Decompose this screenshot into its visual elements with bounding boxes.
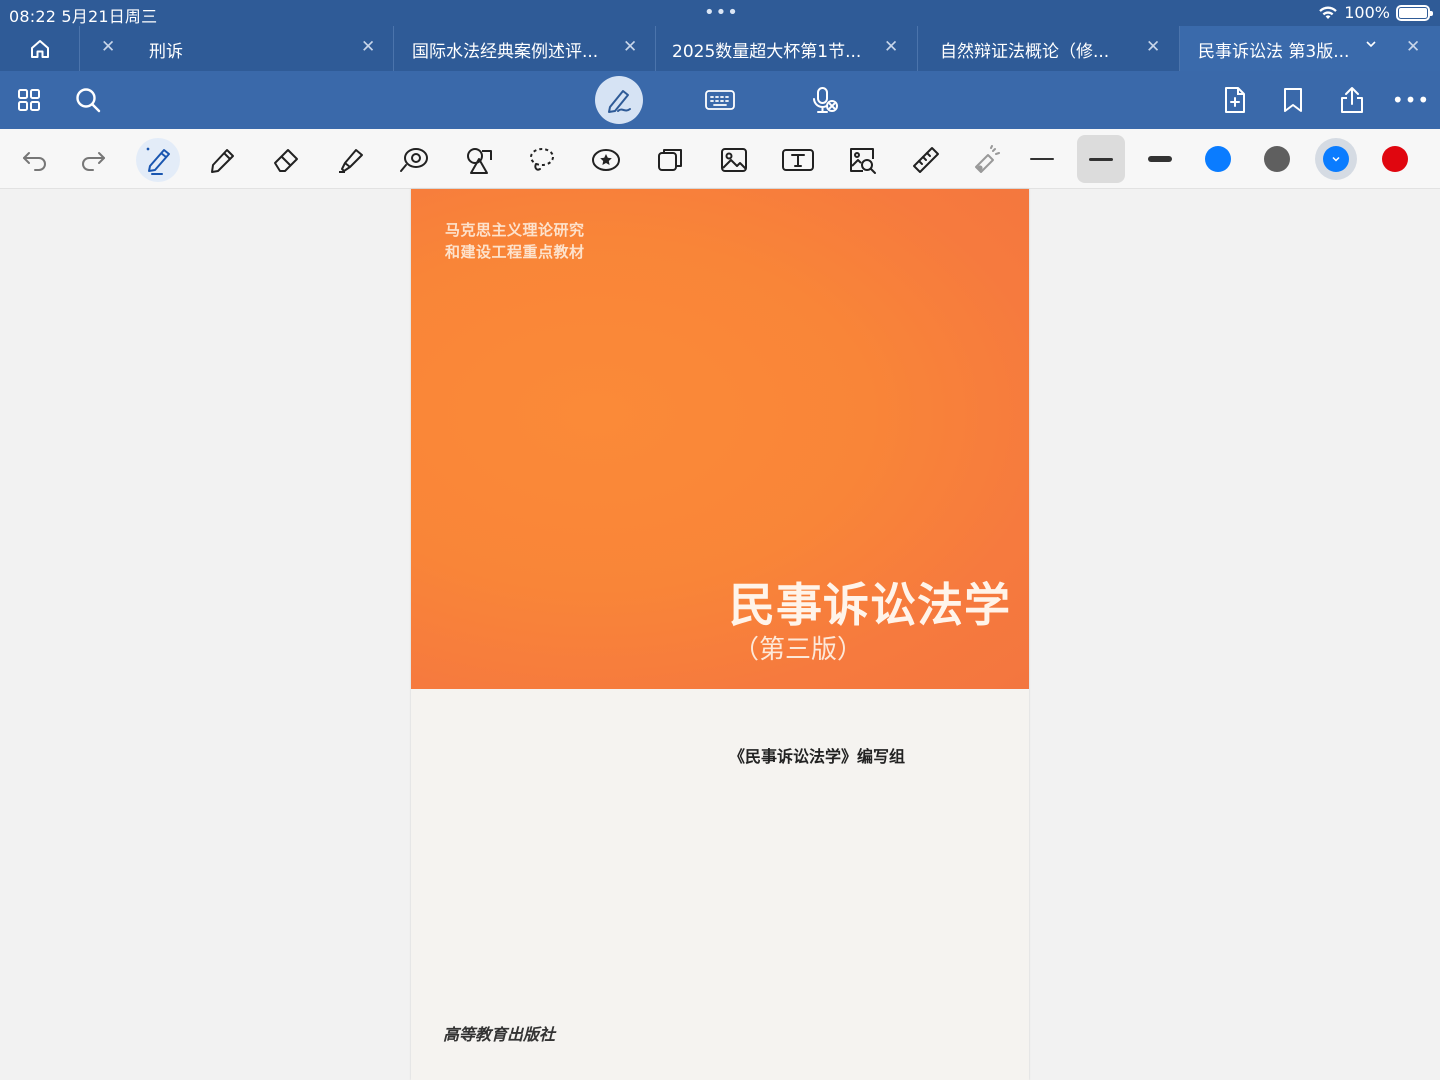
close-icon[interactable]: ✕ [623,37,637,57]
close-icon[interactable]: ✕ [361,37,375,57]
cover-series-line-2: 和建设工程重点教材 [445,243,585,261]
battery-percent: 100% [1344,3,1390,22]
tab-1[interactable]: ✕ 刑诉 ✕ [81,26,394,71]
keyboard-icon[interactable] [704,84,736,116]
highlighter-icon [339,149,363,173]
tab-3[interactable]: 2025数量超大杯第1节... ✕ [656,26,918,71]
undo-icon[interactable] [13,138,57,182]
text-tool[interactable] [776,138,820,182]
add-page-icon[interactable] [1219,84,1251,116]
shapes-icon [467,148,492,174]
sticker-tool[interactable] [584,138,628,182]
color-swatch-red[interactable] [1382,146,1408,172]
close-icon[interactable]: ✕ [884,37,898,57]
close-icon[interactable]: ✕ [101,37,115,57]
cover-series: 马克思主义理论研究 和建设工程重点教材 [445,219,585,263]
tab-bar: ✕ 刑诉 ✕ 国际水法经典案例述评... ✕ 2025数量超大杯第1节... ✕… [0,26,1440,71]
lasso-tool[interactable] [520,138,564,182]
pencil-icon [211,149,234,173]
microphone-icon[interactable] [808,84,840,116]
grid-icon[interactable] [13,84,45,116]
tab-5-active[interactable]: 民事诉讼法 第3版... ✕ [1180,26,1440,71]
lasso-search-tool[interactable] [392,138,436,182]
cover-series-line-1: 马克思主义理论研究 [445,221,585,239]
close-icon[interactable]: ✕ [1406,37,1420,57]
pen-mode-button[interactable] [595,76,643,124]
ruler-tool[interactable] [904,138,948,182]
tools-row [0,129,1440,189]
status-time-date: 08:22 5月21日周三 [9,7,158,26]
main-toolbar: ••• [0,71,1440,129]
tab-label: 刑诉 [149,42,183,62]
tab-label: 自然辩证法概论（修... [940,42,1110,62]
stroke-width-thin[interactable] [1018,135,1066,183]
image-search-icon [850,148,876,174]
tab-label: 国际水法经典案例述评... [412,42,599,62]
bookmark-icon[interactable] [1277,84,1309,116]
elements-icon [658,149,682,171]
search-icon[interactable] [72,84,104,116]
status-bar: 08:22 5月21日周三 ••• 100% [0,0,1440,26]
eraser-icon [274,149,298,172]
tab-2[interactable]: 国际水法经典案例述评... ✕ [394,26,656,71]
multitasking-dots-icon[interactable]: ••• [704,2,739,23]
ruler-icon [913,147,939,173]
highlighter-tool[interactable] [328,138,372,182]
lasso-search-icon [400,148,428,172]
book-authors: 《民事诉讼法学》编写组 [729,747,906,766]
chevron-down-icon[interactable] [1365,38,1377,54]
laser-pointer-tool[interactable] [964,138,1008,182]
pencil-tool[interactable] [200,138,244,182]
tab-label: 2025数量超大杯第1节... [672,42,862,62]
shapes-tool[interactable] [456,138,500,182]
book-publisher: 高等教育出版社 [443,1025,556,1044]
lasso-icon [530,148,554,171]
more-icon[interactable]: ••• [1392,84,1429,116]
tab-4[interactable]: 自然辩证法概论（修... ✕ [918,26,1180,71]
book-cover-band: 马克思主义理论研究 和建设工程重点教材 民事诉讼法学 （第三版） [411,189,1029,689]
laser-pointer-icon [975,145,1000,173]
ballpoint-pen-icon [146,147,170,175]
wifi-icon [1319,6,1338,19]
color-swatch-gray[interactable] [1264,146,1290,172]
document-page[interactable]: 马克思主义理论研究 和建设工程重点教材 民事诉讼法学 （第三版） 《民事诉讼法学… [411,189,1029,1080]
book-edition: （第三版） [733,635,864,665]
image-search-tool[interactable] [840,138,884,182]
tab-label: 民事诉讼法 第3版... [1198,42,1350,62]
eraser-tool[interactable] [264,138,308,182]
ballpoint-pen-tool[interactable] [136,138,180,182]
color-swatch-blue[interactable] [1205,146,1231,172]
image-icon [721,148,747,172]
stroke-width-thick[interactable] [1136,135,1184,183]
status-right: 100% [1318,3,1433,22]
redo-icon[interactable] [71,138,115,182]
book-title: 民事诉讼法学 [729,578,1011,632]
sticker-icon [592,149,620,171]
home-icon [30,39,49,58]
text-icon [782,149,814,171]
stroke-width-medium[interactable] [1077,135,1125,183]
elements-tool[interactable] [648,138,692,182]
pen-mode-icon [608,90,631,113]
share-icon[interactable] [1336,84,1368,116]
home-button[interactable] [0,26,80,71]
color-swatch-blue-selected[interactable] [1323,146,1349,172]
battery-icon [1396,4,1433,21]
close-icon[interactable]: ✕ [1146,37,1160,57]
chevron-down-icon [1332,156,1340,162]
image-tool[interactable] [712,138,756,182]
